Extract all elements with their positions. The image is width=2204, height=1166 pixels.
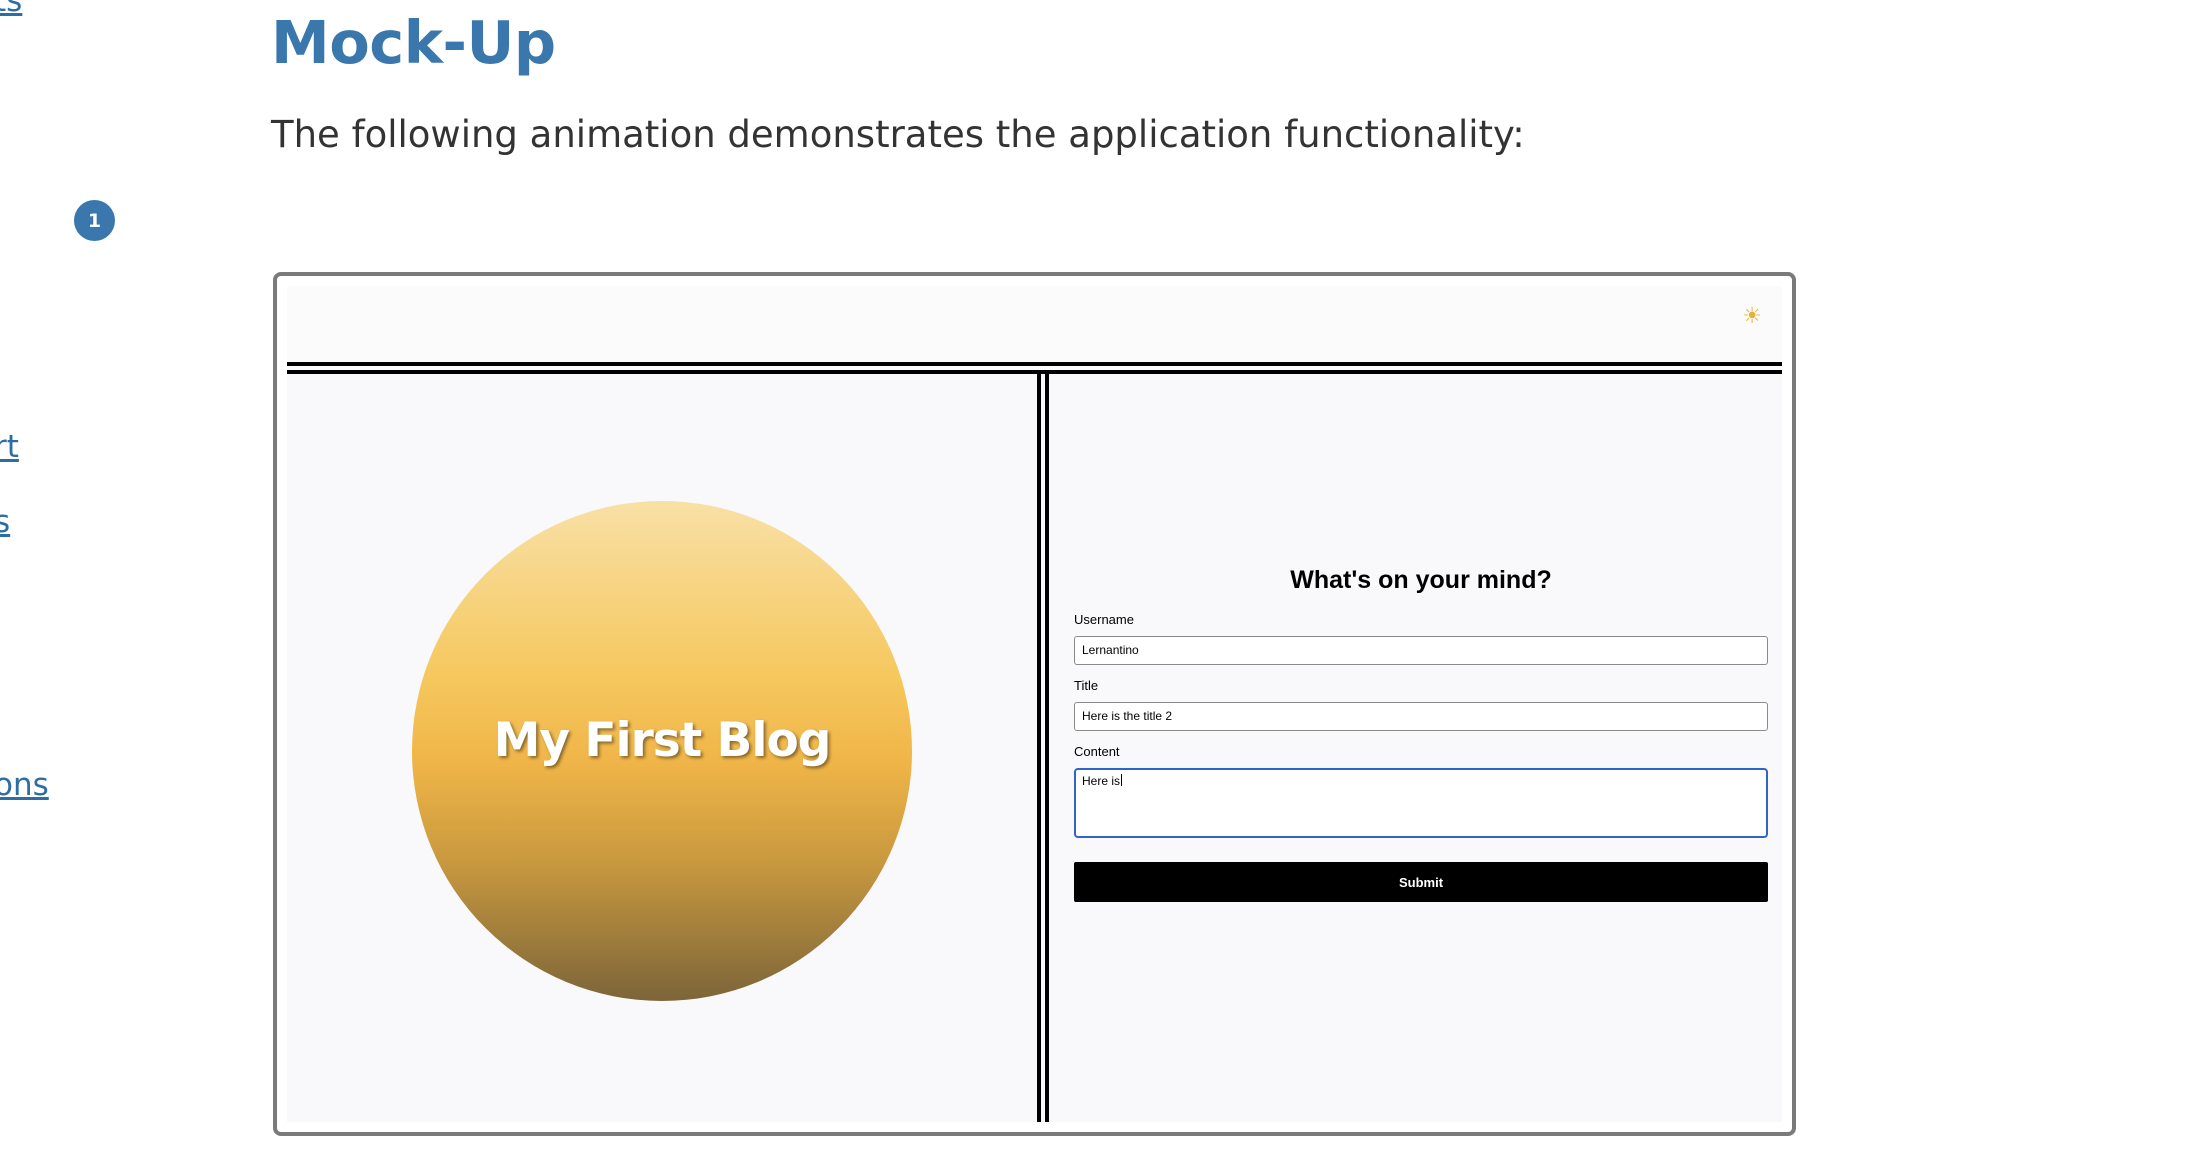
mockup-screen: ☀ My First Blog What's on your mind? Use… <box>287 286 1782 1122</box>
lead-text: The following animation demonstrates the… <box>271 113 1525 156</box>
sidebar-link-1[interactable]: ts <box>0 0 22 17</box>
sun-icon[interactable]: ☀ <box>1742 306 1762 328</box>
content-label: Content <box>1074 744 1120 759</box>
blog-logo-circle: My First Blog <box>412 501 912 1001</box>
sidebar-link-4[interactable]: ons <box>0 770 49 801</box>
text-caret <box>1121 774 1123 786</box>
title-label: Title <box>1074 678 1099 693</box>
step-badge: 1 <box>74 200 115 241</box>
header-divider-bottom <box>287 370 1782 374</box>
content-textarea[interactable]: Here is <box>1074 768 1768 838</box>
content-text: Here is <box>1082 774 1121 788</box>
mockup-topbar: ☀ <box>287 286 1782 362</box>
column-divider-right <box>1045 374 1049 1122</box>
form-heading: What's on your mind? <box>1290 566 1552 594</box>
submit-button[interactable]: Submit <box>1074 862 1768 902</box>
page-title: Mock-Up <box>271 8 556 77</box>
sidebar-link-3[interactable]: s <box>0 507 10 538</box>
sidebar-link-2[interactable]: rt <box>0 432 19 463</box>
username-label: Username <box>1074 612 1134 627</box>
mockup-frame: ☀ My First Blog What's on your mind? Use… <box>273 272 1796 1136</box>
post-form: What's on your mind? Username Lernantino… <box>1074 566 1768 902</box>
column-divider-left <box>1037 374 1041 1122</box>
title-input[interactable]: Here is the title 2 <box>1074 702 1768 731</box>
username-input[interactable]: Lernantino <box>1074 636 1768 665</box>
blog-title: My First Blog <box>493 712 832 768</box>
header-divider-top <box>287 362 1782 366</box>
